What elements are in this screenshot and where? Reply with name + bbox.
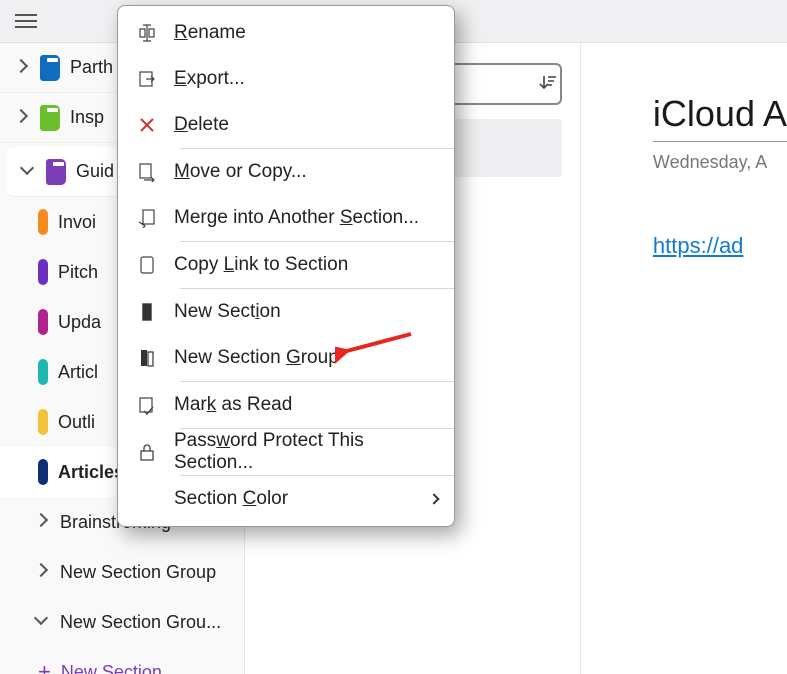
section-label: Articles — [58, 462, 124, 483]
cm-label: Delete — [174, 114, 229, 136]
chevron-down-icon — [36, 615, 50, 629]
section-tab-icon — [38, 359, 48, 385]
hamburger-menu-icon[interactable] — [15, 14, 37, 28]
section-tab-icon — [38, 259, 48, 285]
notebook-icon — [40, 105, 60, 131]
section-label: Pitch — [58, 262, 98, 283]
cm-label: New Section Group — [174, 347, 339, 369]
chevron-right-icon — [36, 565, 50, 579]
cm-password-protect[interactable]: Password Protect This Section... — [118, 429, 454, 475]
content-link[interactable]: https://ad — [653, 233, 744, 259]
cm-delete[interactable]: Delete — [118, 102, 454, 148]
section-tab-icon — [38, 459, 48, 485]
cm-new-section[interactable]: New Section — [118, 289, 454, 335]
export-icon — [136, 68, 158, 90]
section-label: Outli — [58, 412, 95, 433]
cm-rename[interactable]: Rename — [118, 10, 454, 56]
plus-icon: + — [38, 659, 51, 674]
cm-copy-link[interactable]: Copy Link to Section — [118, 242, 454, 288]
section-group-new[interactable]: New Section Group — [0, 547, 244, 597]
section-tab-icon — [38, 409, 48, 435]
delete-icon — [136, 114, 158, 136]
blank-icon — [136, 488, 158, 510]
link-icon — [136, 254, 158, 276]
lock-icon — [136, 441, 158, 463]
section-label: Articl — [58, 362, 98, 383]
page-title[interactable]: iCloud A — [653, 93, 787, 142]
rename-icon — [136, 22, 158, 44]
section-label: New Section Group — [60, 562, 216, 583]
chevron-right-icon — [16, 61, 30, 75]
cm-move-or-copy[interactable]: Move or Copy... — [118, 149, 454, 195]
section-tab-icon — [38, 209, 48, 235]
sort-icon[interactable] — [538, 73, 558, 99]
context-menu: Rename Export... Delete Move or Copy... … — [117, 5, 455, 527]
notebook-label: Parth — [70, 57, 113, 78]
move-icon — [136, 161, 158, 183]
new-section-label: New Section — [61, 662, 162, 674]
chevron-right-icon — [428, 493, 439, 504]
cm-section-color[interactable]: Section Color — [118, 476, 454, 522]
read-icon — [136, 394, 158, 416]
section-label: Upda — [58, 312, 101, 333]
cm-new-section-group[interactable]: New Section Group — [118, 335, 454, 381]
section-icon — [136, 301, 158, 323]
cm-label: Rename — [174, 22, 246, 44]
chevron-right-icon — [36, 515, 50, 529]
section-group-icon — [136, 347, 158, 369]
notebook-icon — [46, 159, 66, 185]
cm-mark-as-read[interactable]: Mark as Read — [118, 382, 454, 428]
cm-export[interactable]: Export... — [118, 56, 454, 102]
section-tab-icon — [38, 309, 48, 335]
cm-label: Copy Link to Section — [174, 254, 348, 276]
cm-label: Password Protect This Section... — [174, 430, 436, 474]
notebook-label: Insp — [70, 107, 104, 128]
cm-label: Section Color — [174, 488, 288, 510]
cm-label: New Section — [174, 301, 281, 323]
page-date: Wednesday, A — [653, 152, 787, 173]
cm-merge-section[interactable]: Merge into Another Section... — [118, 195, 454, 241]
chevron-right-icon — [16, 111, 30, 125]
section-label: New Section Grou... — [60, 612, 221, 633]
merge-icon — [136, 207, 158, 229]
section-group-new-2[interactable]: New Section Grou... — [0, 597, 244, 647]
cm-label: Merge into Another Section... — [174, 207, 419, 229]
cm-label: Mark as Read — [174, 394, 292, 416]
cm-label: Move or Copy... — [174, 161, 307, 183]
content-panel: iCloud A Wednesday, A https://ad — [580, 43, 787, 674]
new-section-button[interactable]: + New Section — [0, 647, 244, 674]
notebook-icon — [40, 55, 60, 81]
notebook-label: Guid — [76, 161, 114, 182]
section-label: Invoi — [58, 212, 96, 233]
chevron-down-icon — [22, 165, 36, 179]
cm-label: Export... — [174, 68, 245, 90]
